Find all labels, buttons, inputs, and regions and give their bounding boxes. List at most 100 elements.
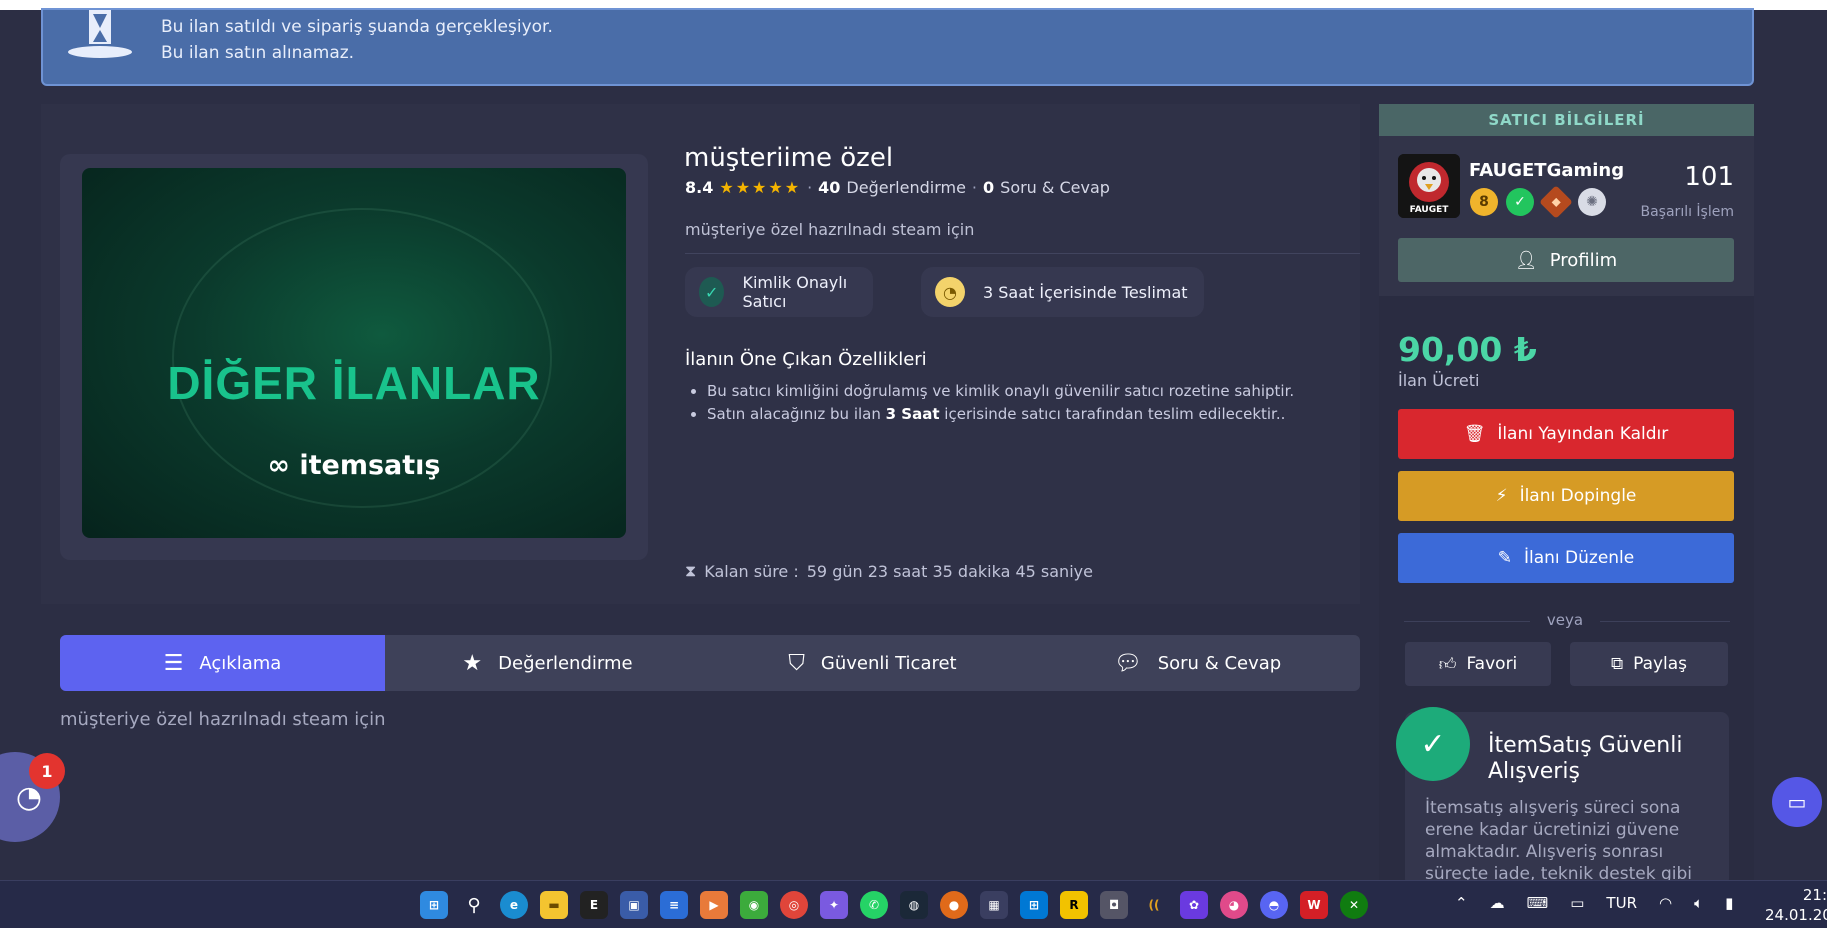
wifi-app-icon[interactable]: ((	[1140, 891, 1168, 919]
file-explorer-icon[interactable]: ▬	[540, 891, 568, 919]
keyboard-icon[interactable]: ⌨︎	[1527, 894, 1549, 912]
notepad-icon[interactable]: ≡	[660, 891, 688, 919]
share-button[interactable]: ⧉ Paylaş	[1570, 642, 1728, 686]
support-chat-button[interactable]: ▭	[1772, 777, 1822, 827]
review-label[interactable]: Değerlendirme	[846, 178, 966, 197]
message-icon: ▭	[1787, 790, 1807, 814]
alert-line-1: Bu ilan satıldı ve sipariş şuanda gerçek…	[161, 17, 553, 37]
clock[interactable]: 21: 24.01.20	[1765, 885, 1827, 925]
eagle-logo-icon: FAUGET	[1398, 154, 1460, 218]
nvidia-icon[interactable]: ◉	[740, 891, 768, 919]
clock-date: 24.01.20	[1765, 906, 1827, 924]
notification-badge: 1	[29, 753, 65, 789]
language-indicator[interactable]: TUR	[1606, 894, 1637, 912]
verified-seller-label: Kimlik Onaylı Satıcı	[742, 273, 848, 311]
seller-avatar[interactable]: FAUGET	[1398, 154, 1460, 218]
features-list: Bu satıcı kimliğini doğrulamış ve kimlik…	[707, 382, 1294, 428]
delivery-label: 3 Saat İçerisinde Teslimat	[983, 282, 1188, 302]
profile-button[interactable]: 👤︎ Profilim	[1398, 238, 1734, 282]
stopwatch-icon: ◔	[935, 277, 965, 307]
short-description: müşteriye özel hazrılnadı steam için	[685, 220, 975, 239]
achievement-badge-icon: ✺	[1578, 188, 1606, 216]
features-title: İlanın Öne Çıkan Özellikleri	[685, 349, 927, 370]
xbox-icon[interactable]: ✕	[1340, 891, 1368, 919]
edit-listing-button[interactable]: ✎ İlanı Düzenle	[1398, 533, 1734, 583]
feature-text: Satın alacağınız bu ilan	[707, 405, 886, 423]
whatsapp-icon[interactable]: ✆	[860, 891, 888, 919]
rockstar-icon[interactable]: R	[1060, 891, 1088, 919]
lines-icon: ☰	[163, 650, 184, 676]
remaining-time: ⧗ Kalan süre : 59 gün 23 saat 35 dakika …	[685, 561, 1093, 581]
brand-name: itemsatış	[299, 450, 441, 481]
remove-listing-button[interactable]: 🗑︎ İlanı Yayından Kaldır	[1398, 409, 1734, 459]
camera-icon[interactable]: ◘	[1100, 891, 1128, 919]
windows-start-icon[interactable]: ⊞	[420, 891, 448, 919]
discord-icon[interactable]: ◓	[1260, 891, 1288, 919]
shield-check-icon: ✓	[699, 277, 725, 307]
store-icon[interactable]: ⊞	[1020, 891, 1048, 919]
seller-header: SATICI BİLGİLERİ	[1379, 104, 1754, 136]
hourglass-icon	[68, 10, 132, 58]
wifi-icon[interactable]: ◠	[1659, 894, 1672, 912]
epic-games-icon[interactable]: E	[580, 891, 608, 919]
shield-check-icon: ✓	[1396, 707, 1470, 781]
volume-icon[interactable]: 🔈︎	[1694, 894, 1703, 912]
separator-dot: ·	[971, 178, 978, 197]
shield-icon: ⛉	[788, 650, 805, 676]
sold-alert: Bu ilan satıldı ve sipariş şuanda gerçek…	[41, 8, 1754, 86]
tab-reviews[interactable]: ★ Değerlendirme	[385, 635, 710, 691]
favorite-button[interactable]: 👍︎ Favori	[1405, 642, 1551, 686]
wps-icon[interactable]: W	[1300, 891, 1328, 919]
profile-label: Profilim	[1549, 249, 1618, 271]
hourglass-icon: ⧗	[685, 561, 697, 580]
remaining-value: 59 gün 23 saat 35 dakika 45 saniye	[806, 561, 1093, 581]
feature-text: Bu satıcı kimliğini doğrulamış ve kimlik…	[707, 382, 1295, 400]
display-icon[interactable]: ▭	[1570, 894, 1584, 912]
edit-icon: ✎	[1497, 548, 1512, 568]
steam-icon[interactable]: ◍	[900, 891, 928, 919]
verified-badge-icon: ✓	[1506, 188, 1534, 216]
chevron-up-icon[interactable]: ⌃	[1455, 894, 1468, 912]
edge-icon[interactable]: e	[500, 891, 528, 919]
remote-desktop-icon[interactable]: ▣	[620, 891, 648, 919]
edit-label: İlanı Düzenle	[1523, 548, 1635, 568]
price-label: İlan Ücreti	[1398, 371, 1480, 390]
tab-label: Değerlendirme	[498, 652, 633, 674]
qa-label[interactable]: Soru & Cevap	[1000, 178, 1110, 197]
boost-listing-button[interactable]: ⚡︎ İlanı Dopingle	[1398, 471, 1734, 521]
tab-qa[interactable]: 💬︎ Soru & Cevap	[1035, 635, 1360, 691]
system-tray: ⌃ ☁︎ ⌨︎ ▭ TUR ◠ 🔈︎ ▮	[1455, 894, 1733, 912]
app-icon[interactable]: ▶	[700, 891, 728, 919]
user-icon: 👤︎	[1514, 249, 1538, 271]
alert-line-2: Bu ilan satın alınamaz.	[161, 43, 355, 63]
office-icon[interactable]: ✿	[1180, 891, 1208, 919]
external-link-icon: ⧉	[1610, 654, 1624, 674]
safe-shopping-title: İtemSatış Güvenli Alışveriş	[1488, 733, 1683, 784]
success-count: 101	[1684, 162, 1734, 192]
feature-item: Bu satıcı kimliğini doğrulamış ve kimlik…	[707, 382, 1294, 400]
copilot-icon[interactable]: ✦	[820, 891, 848, 919]
tab-description[interactable]: ☰ Açıklama	[60, 635, 385, 691]
listing-image[interactable]: DİĞER İLANLAR ∞ itemsatış	[82, 168, 626, 538]
search-icon[interactable]: ⚲	[460, 891, 488, 919]
trash-icon: 🗑︎	[1463, 424, 1486, 444]
calculator-icon[interactable]: ▦	[980, 891, 1008, 919]
rating-score: 8.4	[685, 178, 714, 197]
battery-icon[interactable]: ▮	[1725, 894, 1733, 912]
tab-label: Güvenli Ticaret	[820, 652, 957, 674]
cloud-icon[interactable]: ☁︎	[1490, 894, 1505, 912]
tab-safe-trade[interactable]: ⛉ Güvenli Ticaret	[710, 635, 1035, 691]
delivery-badge: ◔ 3 Saat İçerisinde Teslimat	[921, 267, 1204, 317]
tab-label: Soru & Cevap	[1157, 652, 1282, 674]
divider	[685, 253, 1360, 254]
droplet-app-icon[interactable]: ●	[940, 891, 968, 919]
star-rating-icon: ★★★★★	[719, 178, 802, 197]
or-label: veya	[1530, 611, 1600, 629]
avatar-text: FAUGET	[1410, 205, 1450, 215]
qa-count: 0	[983, 178, 995, 197]
seller-name[interactable]: FAUGETGaming	[1469, 160, 1624, 181]
listing-title: müşteriime özel	[684, 143, 894, 173]
remove-label: İlanı Yayından Kaldır	[1497, 424, 1669, 444]
color-app-icon[interactable]: ◕	[1220, 891, 1248, 919]
chrome-icon[interactable]: ◎	[780, 891, 808, 919]
